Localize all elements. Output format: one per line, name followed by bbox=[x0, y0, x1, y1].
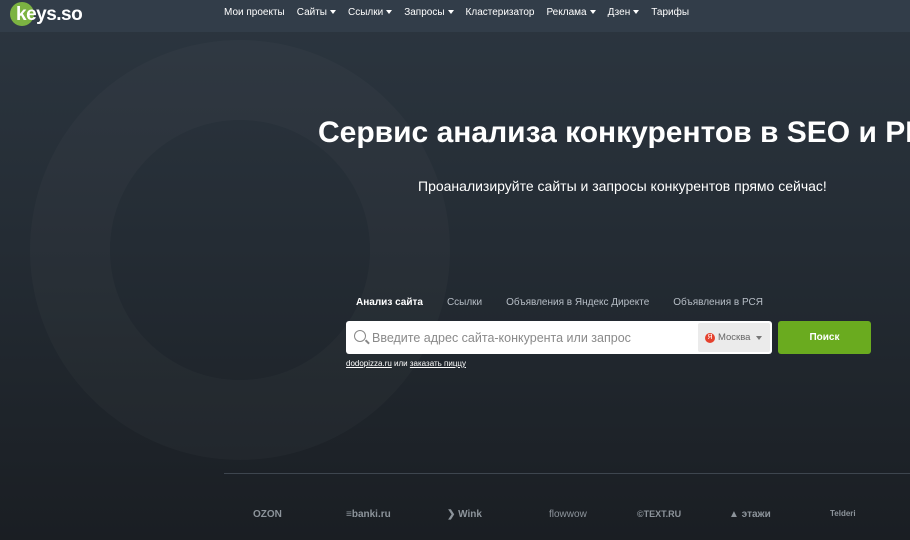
tab-yandex-direct-ads[interactable]: Объявления в Яндекс Директе bbox=[506, 297, 649, 308]
nav-label: Мои проекты bbox=[224, 7, 285, 18]
logo-text: keys.so bbox=[16, 4, 83, 25]
search-tabs: Анализ сайта Ссылки Объявления в Яндекс … bbox=[356, 297, 787, 308]
logo-etazhi: ▲ этажи bbox=[729, 509, 771, 520]
example-link-query[interactable]: заказать пиццу bbox=[410, 359, 466, 368]
logo-wink: ❯ Wink bbox=[447, 509, 482, 520]
tab-rsya-ads[interactable]: Объявления в РСЯ bbox=[673, 297, 763, 308]
nav-label: Дзен bbox=[607, 7, 631, 18]
region-select[interactable]: Я Москва bbox=[698, 323, 770, 352]
caret-down-icon bbox=[756, 335, 763, 340]
example-link-domain[interactable]: dodopizza.ru bbox=[346, 359, 392, 368]
search-icon bbox=[354, 330, 366, 342]
search-input[interactable] bbox=[372, 321, 692, 354]
logo-banki: ≡banki.ru bbox=[346, 509, 391, 520]
examples-or: или bbox=[394, 359, 408, 368]
search-button[interactable]: Поиск bbox=[778, 321, 871, 354]
nav-item-sites[interactable]: Сайты bbox=[297, 7, 336, 18]
logo-textru: ©TEXT.RU bbox=[637, 509, 682, 519]
yandex-icon: Я bbox=[705, 332, 715, 343]
nav-label: Запросы bbox=[404, 7, 445, 18]
search-examples: dodopizza.ru или заказать пиццу bbox=[346, 359, 466, 368]
caret-down-icon bbox=[329, 10, 336, 14]
tab-site-analysis[interactable]: Анализ сайта bbox=[356, 297, 423, 308]
nav-label: Ссылки bbox=[347, 7, 384, 18]
nav-label: Сайты bbox=[296, 7, 327, 18]
page-title: Сервис анализа конкурентов в SEO и PPC bbox=[318, 116, 910, 149]
logo-telderi: Telderi bbox=[830, 509, 856, 518]
nav-menu: Мои проекты Сайты Ссылки Запросы Кластер… bbox=[224, 7, 689, 18]
logo-ozon: OZON bbox=[253, 509, 282, 520]
nav-item-pricing[interactable]: Тарифы bbox=[651, 7, 689, 18]
nav-label: Тарифы bbox=[651, 7, 690, 18]
nav-item-queries[interactable]: Запросы bbox=[404, 7, 454, 18]
caret-down-icon bbox=[589, 10, 596, 14]
caret-down-icon bbox=[447, 10, 454, 14]
top-nav: keys.so Мои проекты Сайты Ссылки Запросы… bbox=[0, 0, 910, 32]
caret-down-icon bbox=[386, 10, 393, 14]
tab-links[interactable]: Ссылки bbox=[447, 297, 482, 308]
nav-item-ads[interactable]: Реклама bbox=[546, 7, 596, 18]
nav-item-links[interactable]: Ссылки bbox=[347, 7, 393, 18]
nav-label: Реклама bbox=[546, 7, 587, 18]
nav-item-dzen[interactable]: Дзен bbox=[608, 7, 640, 18]
caret-down-icon bbox=[633, 10, 640, 14]
divider bbox=[224, 473, 910, 474]
nav-label: Кластеризатор bbox=[465, 7, 535, 18]
nav-item-clusterizer[interactable]: Кластеризатор bbox=[466, 7, 535, 18]
nav-item-projects[interactable]: Мои проекты bbox=[224, 7, 285, 18]
region-label: Москва bbox=[718, 332, 751, 343]
background-decoration bbox=[30, 40, 450, 460]
page-subtitle: Проанализируйте сайты и запросы конкурен… bbox=[418, 178, 827, 194]
search-box: ЯМосква bbox=[346, 321, 772, 354]
logo-flowwow: flowwow bbox=[549, 509, 587, 520]
